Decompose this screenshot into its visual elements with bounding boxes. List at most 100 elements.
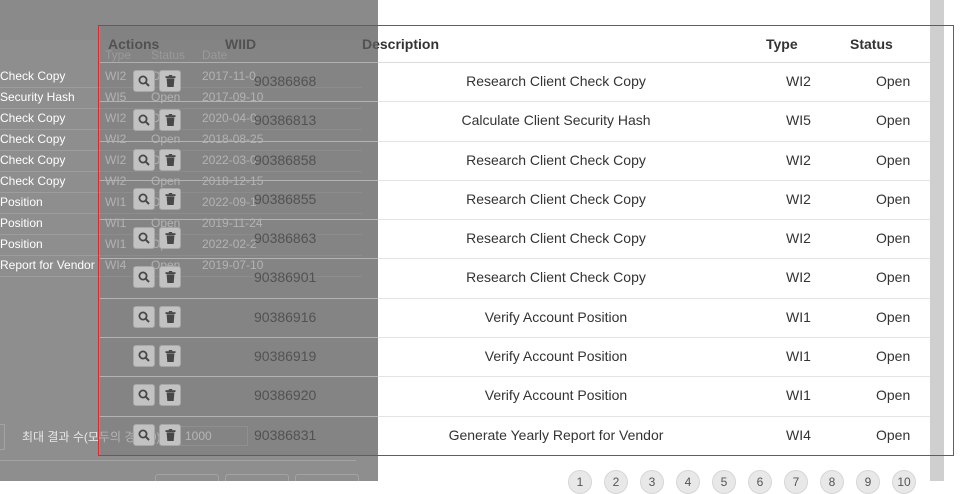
page-button-10[interactable]: 10 — [892, 470, 916, 494]
row-actions — [133, 109, 181, 132]
search-icon — [138, 271, 150, 284]
wiid-cell[interactable]: 90386831 — [254, 427, 316, 443]
row-actions — [133, 70, 181, 92]
trash-icon — [165, 428, 176, 441]
table-row: 90386919 Verify Account Position WI1 Open — [100, 338, 930, 378]
search-icon — [138, 350, 150, 362]
view-button[interactable] — [133, 227, 155, 250]
view-button[interactable] — [133, 148, 155, 171]
row-actions — [133, 187, 181, 210]
status-cell: Open — [876, 426, 911, 443]
view-button[interactable] — [133, 187, 155, 210]
bg-cell-desc: Position — [0, 195, 43, 209]
page-button-6[interactable]: 6 — [748, 470, 772, 494]
status-cell: Open — [876, 387, 911, 404]
table-row: 90386855 Research Client Check Copy WI2 Ope… — [100, 181, 930, 221]
row-actions — [133, 384, 181, 407]
bg-button-1[interactable] — [155, 474, 219, 481]
type-cell: WI1 — [786, 308, 811, 325]
page-button-3[interactable]: 3 — [640, 470, 664, 494]
page-button-4[interactable]: 4 — [676, 470, 700, 494]
type-cell: WI1 — [786, 348, 811, 365]
pagination: 1 2 3 4 5 6 7 8 9 10 — [568, 470, 916, 494]
delete-button[interactable] — [159, 345, 181, 368]
table-row: 90386901 Research Client Check Copy WI2 Ope… — [100, 259, 930, 299]
trash-icon — [165, 153, 176, 166]
wiid-cell[interactable]: 90386863 — [254, 230, 316, 246]
delete-button[interactable] — [159, 266, 181, 289]
type-cell: WI2 — [786, 269, 811, 286]
view-button[interactable] — [133, 70, 155, 92]
search-icon — [138, 232, 150, 244]
header-wiid[interactable]: WIID — [225, 36, 256, 52]
trash-icon — [165, 389, 176, 402]
wiid-cell[interactable]: 90386813 — [254, 112, 316, 128]
row-actions — [133, 305, 181, 328]
view-button[interactable] — [133, 266, 155, 289]
description-cell: Verify Account Position — [484, 387, 628, 404]
header-actions: Actions — [108, 36, 160, 52]
bg-button-3[interactable] — [295, 474, 359, 481]
description-cell: Generate Yearly Report for Vendor — [448, 426, 664, 443]
delete-button[interactable] — [159, 423, 181, 446]
panel-scroll-edge — [930, 0, 944, 481]
table-body: 90386868 Research Client Check Copy WI2 Ope… — [100, 63, 930, 456]
status-cell: Open — [876, 269, 911, 286]
wiid-cell[interactable]: 90386868 — [254, 73, 316, 89]
description-cell: Research Client Check Copy — [466, 151, 646, 168]
bg-divider — [0, 460, 356, 461]
view-button[interactable] — [133, 109, 155, 132]
delete-button[interactable] — [159, 384, 181, 407]
status-cell: Open — [876, 230, 911, 247]
wiid-cell[interactable]: 90386901 — [254, 269, 316, 285]
table-row: 90386813 Calculate Client Security Hash WI… — [100, 102, 930, 142]
description-cell: Verify Account Position — [484, 308, 628, 325]
delete-button[interactable] — [159, 148, 181, 171]
delete-button[interactable] — [159, 187, 181, 210]
page-button-7[interactable]: 7 — [784, 470, 808, 494]
trash-icon — [165, 310, 176, 323]
wiid-cell[interactable]: 90386855 — [254, 191, 316, 207]
bg-cell-desc: Security Hash — [0, 90, 75, 104]
page-button-1[interactable]: 1 — [568, 470, 592, 494]
view-button[interactable] — [133, 384, 155, 407]
view-button[interactable] — [133, 345, 155, 368]
type-cell: WI2 — [786, 230, 811, 247]
search-icon — [138, 114, 150, 127]
page-button-2[interactable]: 2 — [604, 470, 628, 494]
table-row: 90386858 Research Client Check Copy WI2 Ope… — [100, 142, 930, 181]
view-button[interactable] — [133, 305, 155, 328]
table-row: 90386920 Verify Account Position WI1 Open — [100, 377, 930, 417]
type-cell: WI4 — [786, 426, 811, 443]
description-cell: Verify Account Position — [484, 348, 628, 365]
search-icon — [138, 154, 150, 166]
table-row: 90386863 Research Client Check Copy WI2 Ope… — [100, 220, 930, 260]
status-cell: Open — [876, 73, 911, 89]
page-button-9[interactable]: 9 — [856, 470, 880, 494]
trash-icon — [165, 350, 176, 363]
wiid-cell[interactable]: 90386920 — [254, 387, 316, 403]
delete-button[interactable] — [159, 109, 181, 132]
delete-button[interactable] — [159, 227, 181, 250]
bg-button-2[interactable] — [225, 474, 289, 481]
description-cell: Research Client Check Copy — [466, 190, 646, 207]
header-description[interactable]: Description — [362, 36, 439, 52]
wiid-cell[interactable]: 90386916 — [254, 309, 316, 325]
table-row: 90386916 Verify Account Position WI1 Open — [100, 299, 930, 339]
wiid-cell[interactable]: 90386858 — [254, 152, 316, 168]
bg-cell-desc: Check Copy — [0, 111, 66, 125]
search-icon — [138, 389, 150, 402]
page-button-5[interactable]: 5 — [712, 470, 736, 494]
header-type[interactable]: Type — [766, 36, 798, 52]
page-button-8[interactable]: 8 — [820, 470, 844, 494]
trash-icon — [165, 75, 176, 87]
description-cell: Research Client Check Copy — [466, 73, 646, 89]
trash-icon — [165, 232, 176, 245]
work-items-table: Actions WIID Description Type Status 903… — [100, 26, 930, 456]
delete-button[interactable] — [159, 70, 181, 92]
wiid-cell[interactable]: 90386919 — [254, 348, 316, 364]
search-icon — [138, 193, 150, 205]
view-button[interactable] — [133, 423, 155, 446]
header-status[interactable]: Status — [850, 36, 893, 52]
delete-button[interactable] — [159, 305, 181, 328]
